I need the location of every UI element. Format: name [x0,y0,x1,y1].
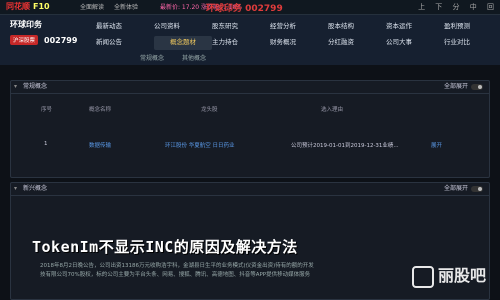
expand-all-toggle[interactable]: 全部展开 [444,81,483,93]
app-logo[interactable]: 同花顺 F10 [6,1,50,12]
nav-item[interactable]: 股本结构 [328,20,386,34]
section-header[interactable]: ▾ 新兴概念 全部展开 [11,183,489,196]
nav-item[interactable]: 公司大事 [386,36,444,50]
nav-item[interactable]: 新闻公告 [96,36,154,50]
col-name: 概念名称 [89,107,112,113]
subtab-regular[interactable]: 常规概念 [140,55,164,62]
section-title: 常规概念 [23,83,48,90]
overlay-caption: TokenIm不显示INC的原因及解决方法 [32,238,298,256]
expand-all-toggle[interactable]: 全部展开 [444,183,483,195]
stock-header: 环球印务 沪深股票 002799 最新动态 公司资料 股东研究 经营分析 股本结… [0,15,500,65]
top-link-new-experience[interactable]: 全新体验 [114,4,138,11]
watermark-logo-icon [411,265,434,288]
up-icon[interactable]: 上 [418,3,425,11]
subtab-other[interactable]: 其他概念 [182,55,206,62]
market-badge[interactable]: 沪深股票 [10,35,39,45]
window-controls: 上 下 分 中 回 [410,2,494,12]
nav-item[interactable]: 经营分析 [270,20,328,34]
nav-item[interactable]: 行业对比 [444,36,500,50]
stock-code: 002799 [44,35,78,45]
section-regular-concepts: ▾ 常规概念 全部展开 序号 概念名称 龙头股 选入理由 1 数据传输 环江股份… [10,80,490,178]
description-line: 技有限公司70%股权，标的公司主要为平台头条、网易、搜狐、腾讯、高德地图、抖音等… [40,272,311,278]
reason-text: 公司预计2019-01-01到2019-12-31业绩... [291,143,399,149]
col-index: 序号 [41,107,53,113]
description-line: 2018年8月2日晚公告，公司出资13186万元收购浩宇科，金湖县日生平的业务模… [40,263,314,269]
nav-item[interactable]: 分红融资 [328,36,386,50]
chevron-down-icon[interactable]: ▾ [14,183,17,195]
chevron-down-icon[interactable]: ▾ [14,81,17,93]
top-bar: 同花顺 F10 全面解读 全新体验 最新价: 17.20 涨跌幅: 1.18% 环… [0,0,500,15]
nav-item[interactable]: 最新动态 [96,20,154,34]
col-reason: 选入理由 [321,107,344,113]
share-icon[interactable]: 分 [453,3,460,11]
row-index: 1 [44,141,48,147]
nav-item[interactable]: 公司资料 [154,20,212,34]
nav-item[interactable]: 股东研究 [212,20,270,34]
medium-icon[interactable]: 中 [470,3,477,11]
section-title: 新兴概念 [23,185,48,192]
stock-info: 环球印务 沪深股票 002799 [10,19,77,45]
nav-item[interactable]: 主力持仓 [212,36,270,50]
toggle-switch[interactable] [471,83,483,90]
concept-description: 2018年8月2日晚公告，公司出资13186万元收购浩宇科，金湖县日生平的业务模… [40,262,460,280]
stock-name: 环球印务 [10,20,42,29]
nav-item-active[interactable]: 概念题材 [154,36,212,50]
watermark: 丽股吧 [411,262,486,288]
nav-item[interactable]: 资本运作 [386,20,444,34]
concept-link[interactable]: 数据传输 [89,141,111,149]
window-title: 环球印务 002799 [206,4,283,14]
section-header[interactable]: ▾ 常规概念 全部展开 [11,81,489,94]
col-leaders: 龙头股 [201,107,218,113]
back-icon[interactable]: 回 [487,3,494,11]
toggle-switch[interactable] [471,185,483,192]
down-icon[interactable]: 下 [435,3,442,11]
nav-item[interactable]: 财务概况 [270,36,328,50]
top-link-full-read[interactable]: 全面解读 [80,4,104,11]
sub-tabs: 常规概念 其他概念 [140,53,222,62]
main-nav: 最新动态 公司资料 股东研究 经营分析 股本结构 资本运作 盈利预测 新闻公告 … [96,20,500,50]
top-links: 全面解读 全新体验 [80,2,146,11]
expand-link[interactable]: 展开 [431,141,442,149]
nav-item[interactable]: 盈利预测 [444,20,500,34]
leaders-links[interactable]: 环江股份 华夏航空 日日药业 [165,141,235,149]
